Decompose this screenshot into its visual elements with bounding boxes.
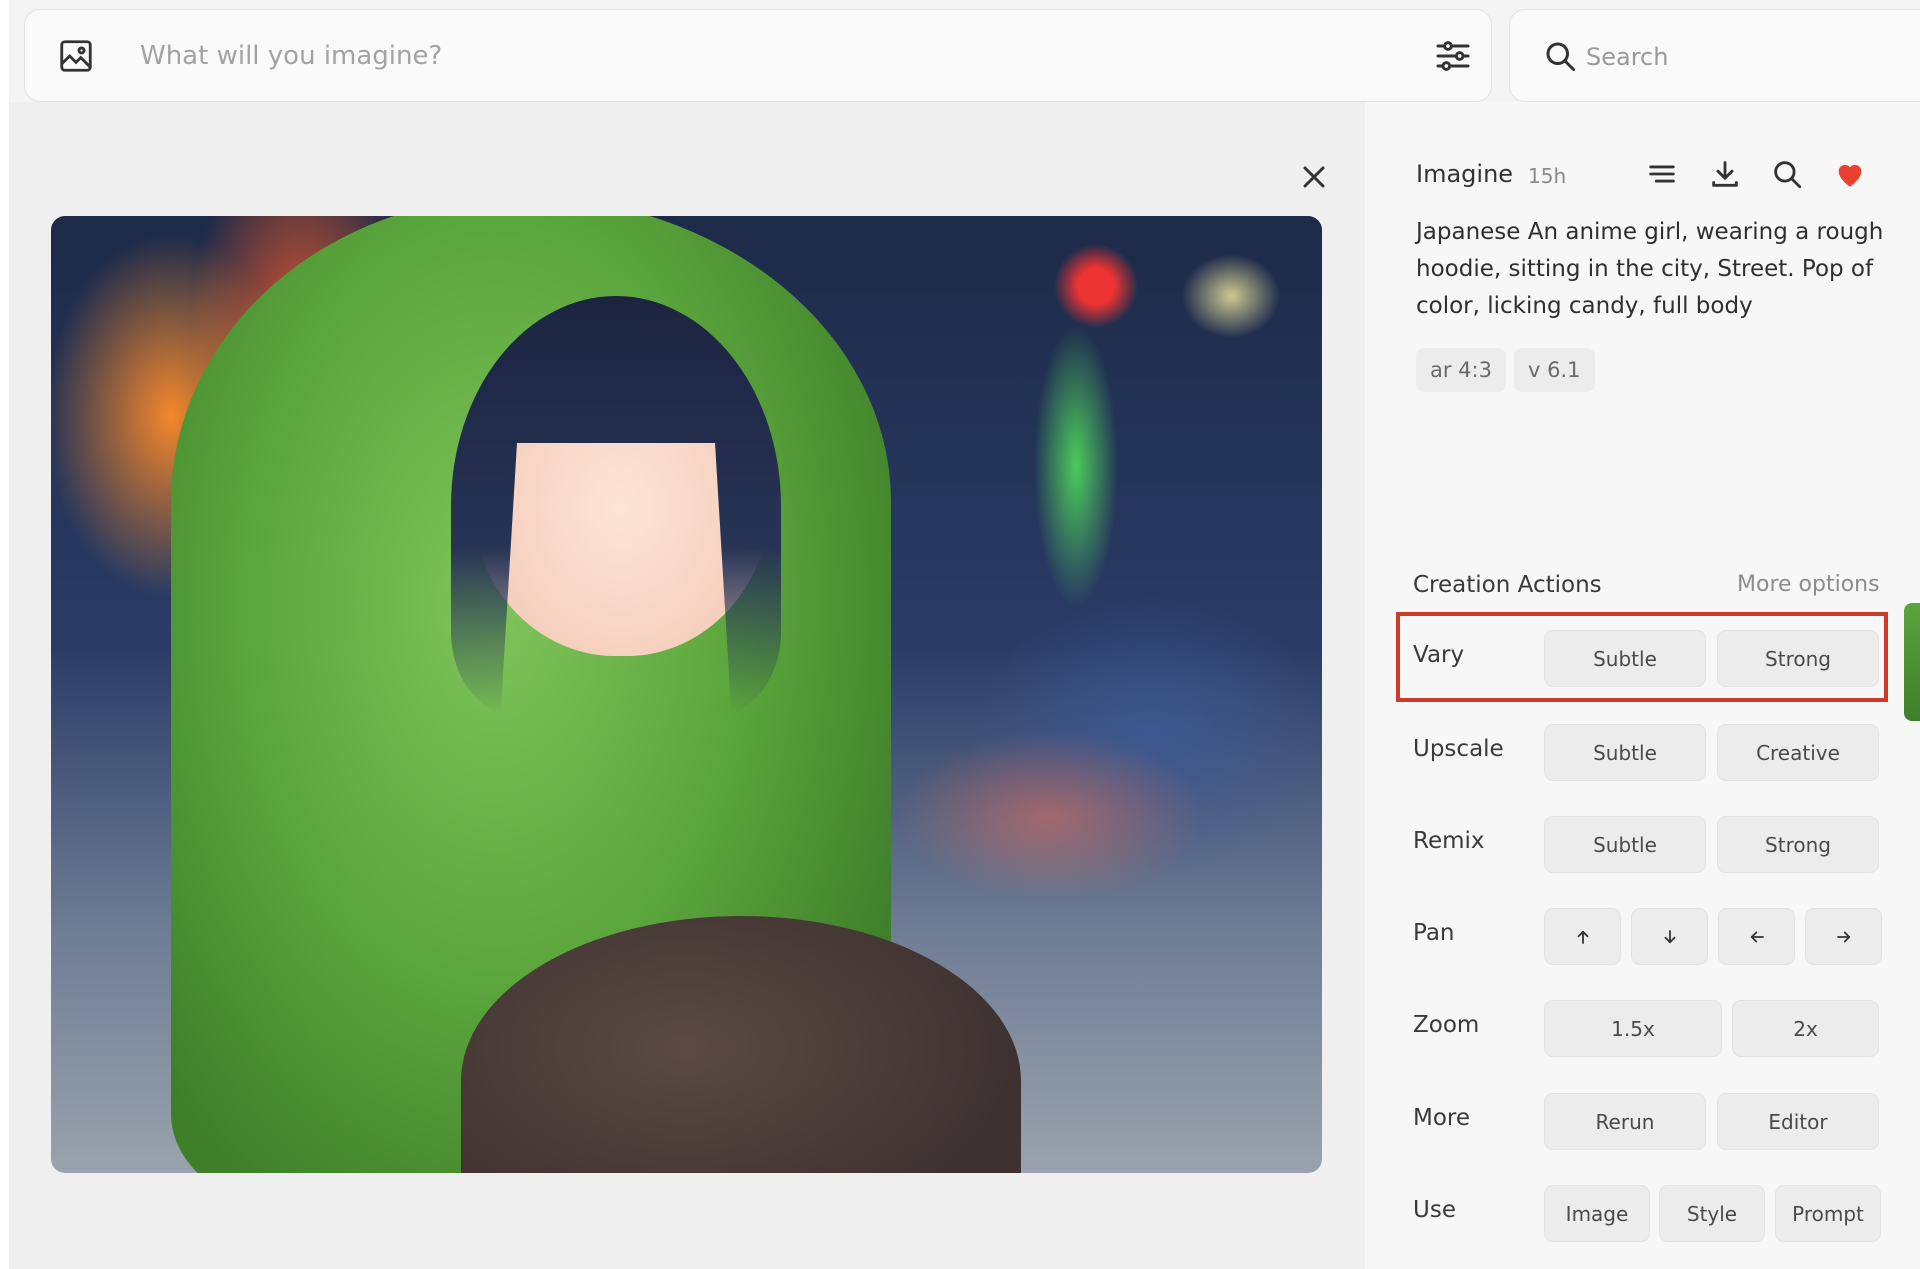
left-edge bbox=[0, 0, 9, 1269]
pan-left-button[interactable] bbox=[1718, 908, 1795, 965]
use-image-button[interactable]: Image bbox=[1544, 1185, 1650, 1242]
prompt-text: Japanese An anime girl, wearing a rough … bbox=[1416, 219, 1884, 319]
arrow-up-icon bbox=[1577, 930, 1588, 944]
remix-strong-button[interactable]: Strong bbox=[1717, 816, 1879, 873]
search-similar-icon[interactable] bbox=[1770, 157, 1804, 191]
tag-version[interactable]: v 6.1 bbox=[1514, 348, 1595, 392]
search-icon bbox=[1546, 42, 1575, 71]
menu-icon[interactable] bbox=[1645, 157, 1679, 191]
vary-strong-button[interactable]: Strong bbox=[1717, 630, 1879, 687]
use-style-button[interactable]: Style bbox=[1659, 1185, 1765, 1242]
arrow-right-icon bbox=[1836, 931, 1850, 942]
zoom-label: Zoom bbox=[1413, 1012, 1480, 1038]
pan-label: Pan bbox=[1413, 920, 1455, 946]
heart-icon[interactable] bbox=[1833, 157, 1867, 191]
rerun-button[interactable]: Rerun bbox=[1544, 1093, 1706, 1150]
remix-label: Remix bbox=[1413, 828, 1485, 854]
download-icon[interactable] bbox=[1708, 157, 1742, 191]
arrow-left-icon bbox=[1750, 931, 1764, 942]
creation-actions-title: Creation Actions bbox=[1413, 572, 1602, 598]
search-input[interactable] bbox=[1586, 38, 1886, 76]
upscale-subtle-button[interactable]: Subtle bbox=[1544, 724, 1706, 781]
upscale-label: Upscale bbox=[1413, 736, 1504, 762]
upscale-creative-button[interactable]: Creative bbox=[1717, 724, 1879, 781]
pan-right-button[interactable] bbox=[1805, 908, 1882, 965]
image-viewer bbox=[9, 102, 1365, 1269]
remix-subtle-button[interactable]: Subtle bbox=[1544, 816, 1706, 873]
close-icon[interactable] bbox=[1296, 159, 1332, 195]
job-type-label: Imagine bbox=[1416, 160, 1514, 188]
prompt-bar bbox=[24, 9, 1492, 102]
more-options-link[interactable]: More options bbox=[1737, 572, 1880, 597]
use-label: Use bbox=[1413, 1197, 1456, 1223]
prompt-input[interactable] bbox=[140, 36, 1340, 76]
detail-sidebar: Imagine 15h Japanese An anime girl, wear… bbox=[1365, 102, 1920, 1269]
arrow-down-icon bbox=[1664, 929, 1675, 943]
pan-down-button[interactable] bbox=[1631, 908, 1708, 965]
editor-button[interactable]: Editor bbox=[1717, 1093, 1879, 1150]
next-thumbnail[interactable] bbox=[1904, 603, 1920, 721]
search-bar bbox=[1509, 9, 1920, 102]
image-icon[interactable] bbox=[57, 37, 95, 75]
zoom-2x-button[interactable]: 2x bbox=[1732, 1000, 1879, 1057]
settings-sliders-icon[interactable] bbox=[1433, 36, 1473, 76]
more-label: More bbox=[1413, 1105, 1471, 1131]
pan-up-button[interactable] bbox=[1544, 908, 1621, 965]
zoom-1-5x-button[interactable]: 1.5x bbox=[1544, 1000, 1722, 1057]
use-prompt-button[interactable]: Prompt bbox=[1775, 1185, 1881, 1242]
vary-label: Vary bbox=[1413, 642, 1465, 668]
timestamp: 15h bbox=[1528, 164, 1567, 188]
generated-image[interactable] bbox=[51, 216, 1322, 1173]
tag-aspect-ratio[interactable]: ar 4:3 bbox=[1416, 348, 1506, 392]
vary-subtle-button[interactable]: Subtle bbox=[1544, 630, 1706, 687]
